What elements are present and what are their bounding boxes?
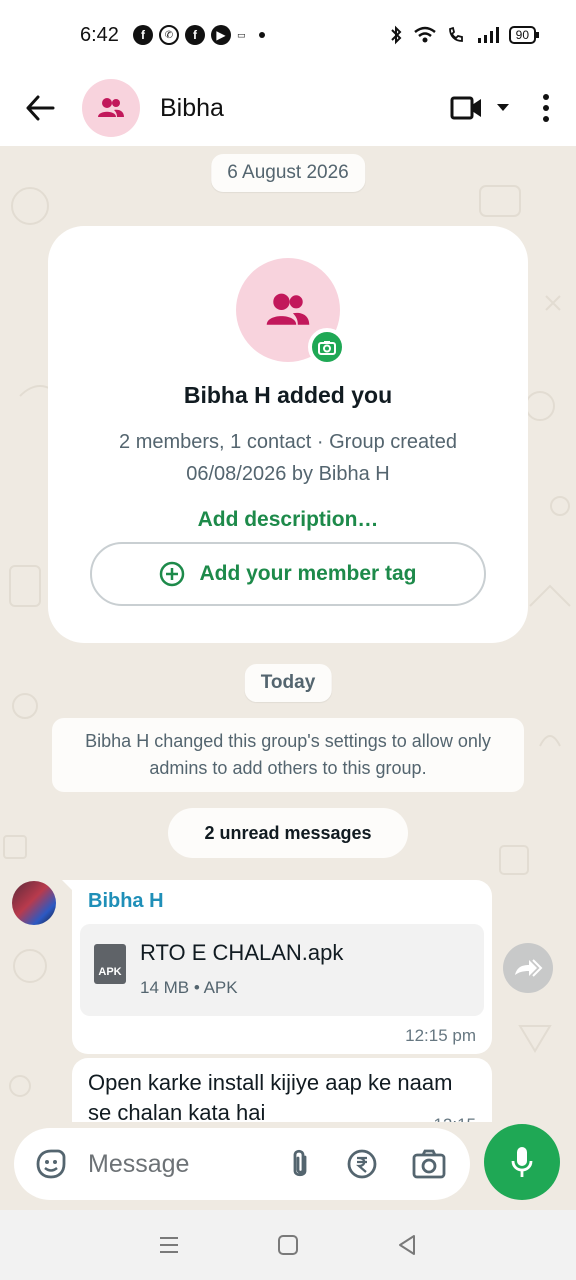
- chat-area[interactable]: 6 August 2026 Bibha H added you 2 member…: [0, 146, 576, 1122]
- add-member-tag-button[interactable]: Add your member tag: [90, 542, 486, 606]
- wifi-call-icon: [448, 26, 463, 42]
- plus-circle-icon: [160, 561, 185, 587]
- signal-icon: [477, 27, 499, 43]
- system-navigation-bar: [0, 1210, 576, 1280]
- message-input-container[interactable]: Message: [14, 1128, 470, 1200]
- file-meta: 14 MB • APK: [140, 978, 238, 997]
- sim-icon: ▭: [236, 29, 246, 40]
- dot: [543, 116, 549, 122]
- message-time: 12:15: [433, 1110, 476, 1122]
- status-right-icons: 90: [389, 25, 540, 45]
- video-camera-icon: [450, 96, 481, 120]
- date-label: 6 August 2026: [227, 162, 349, 183]
- add-member-tag-label: Add your member tag: [199, 562, 417, 585]
- intro-subtitle: 2 members, 1 contact · Group created 06/…: [119, 431, 457, 485]
- facebook-icon: f: [132, 25, 153, 45]
- chat-title[interactable]: Bibha: [160, 94, 224, 123]
- today-label: Today: [260, 672, 316, 693]
- file-attachment[interactable]: APK RTO E CHALAN.apk 14 MB • APK: [80, 924, 484, 1016]
- header-actions: [450, 94, 556, 122]
- video-call-button[interactable]: [450, 95, 510, 121]
- message-composer: Message: [0, 1122, 576, 1210]
- sticker-icon[interactable]: [34, 1147, 68, 1181]
- home-icon[interactable]: [277, 1234, 299, 1256]
- message-bubble[interactable]: Bibha H APK RTO E CHALAN.apk 14 MB • APK…: [62, 880, 492, 1054]
- arrow-left-icon: [26, 95, 55, 121]
- change-photo-button[interactable]: [308, 328, 346, 366]
- youtube-icon: ▶: [210, 25, 231, 45]
- intro-title: Bibha H added you: [183, 382, 393, 408]
- group-avatar[interactable]: [82, 79, 140, 137]
- rupee-payment-icon[interactable]: [346, 1148, 378, 1180]
- forward-button[interactable]: [503, 943, 553, 993]
- status-time: 6:42: [80, 23, 119, 46]
- notification-dot: [259, 32, 266, 38]
- status-notification-icons: f ✆ f ▶ ▭: [132, 25, 246, 45]
- microphone-icon: [511, 1147, 533, 1177]
- status-bar: 6:42 f ✆ f ▶ ▭ 90: [0, 0, 576, 70]
- dot: [543, 105, 549, 111]
- message-bubble[interactable]: Open karke install kijiye aap ke naam se…: [72, 1058, 492, 1122]
- group-intro-card: Bibha H added you 2 members, 1 contact ·…: [48, 226, 528, 643]
- group-avatar-large[interactable]: [236, 258, 346, 366]
- camera-icon[interactable]: [412, 1149, 446, 1179]
- add-description-link[interactable]: Add description…: [48, 508, 528, 532]
- attach-icon[interactable]: [288, 1147, 312, 1181]
- more-options-button[interactable]: [536, 94, 556, 122]
- apk-file-icon: APK: [94, 944, 126, 984]
- back-nav-icon[interactable]: [396, 1234, 418, 1256]
- composer-icons: [288, 1147, 446, 1181]
- file-name: RTO E CHALAN.apk: [140, 940, 344, 965]
- whatsapp-icon: ✆: [158, 25, 179, 45]
- wifi-icon: [413, 26, 436, 43]
- battery-indicator: 90: [508, 26, 540, 44]
- camera-icon: [318, 340, 336, 355]
- bluetooth-icon: [390, 25, 402, 45]
- group-icon: [98, 98, 124, 117]
- today-separator: Today: [244, 664, 332, 702]
- sender-avatar[interactable]: [12, 881, 56, 925]
- unread-messages-badge: 2 unread messages: [168, 808, 408, 858]
- message-input[interactable]: Message: [88, 1150, 288, 1179]
- recent-apps-icon[interactable]: [158, 1235, 180, 1255]
- forward-icon: [515, 959, 543, 977]
- sender-name[interactable]: Bibha H: [88, 890, 164, 913]
- date-separator: 6 August 2026: [211, 154, 365, 192]
- system-message: Bibha H changed this group's settings to…: [52, 718, 524, 792]
- back-button[interactable]: [20, 88, 60, 128]
- message-text: Open karke install kijiye aap ke naam se…: [88, 1070, 453, 1122]
- chat-header: Bibha: [0, 70, 576, 146]
- voice-message-button[interactable]: [484, 1124, 560, 1200]
- facebook-icon: f: [184, 25, 205, 45]
- file-type-label: APK: [98, 966, 122, 978]
- group-icon: [266, 293, 310, 325]
- dot: [543, 94, 549, 100]
- message-time: 12:15 pm: [405, 1026, 476, 1045]
- chevron-down-icon: [497, 104, 509, 111]
